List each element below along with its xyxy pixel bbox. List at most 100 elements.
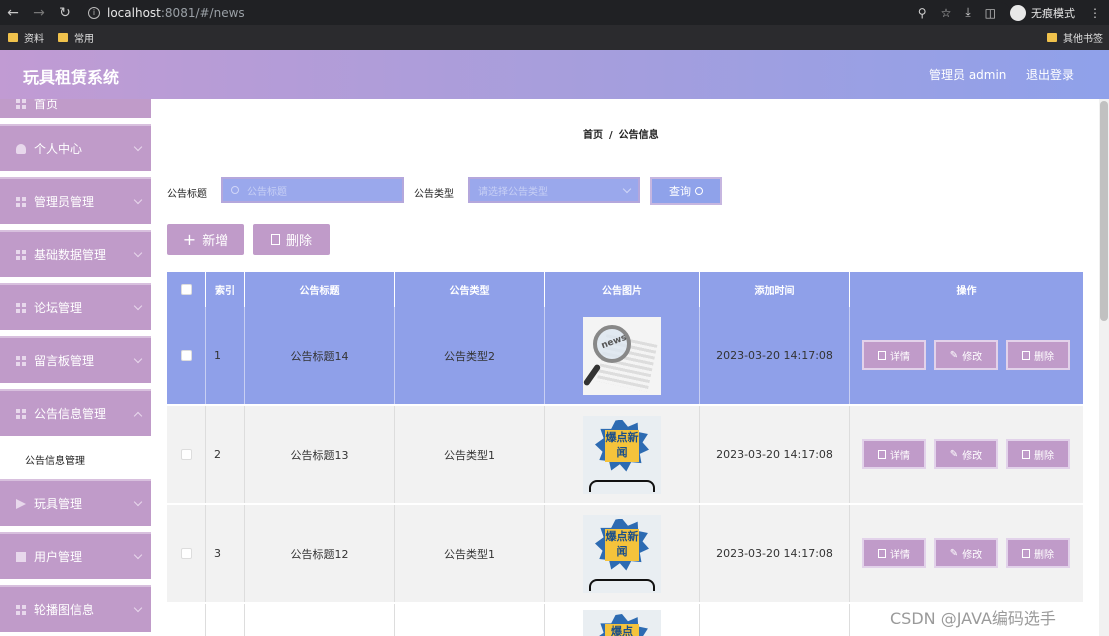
- burst-text: 爆点新闻: [605, 429, 639, 462]
- row-select-cell: [167, 604, 206, 636]
- row-title: [245, 604, 395, 636]
- detail-label: 详情: [890, 549, 910, 561]
- add-button[interactable]: + 新增: [167, 224, 244, 255]
- bookmark-folder[interactable]: 资料: [8, 30, 44, 45]
- detail-button[interactable]: 详情: [862, 439, 926, 469]
- title-search-input[interactable]: 公告标题: [221, 177, 404, 203]
- sidebar-subitem-announcement[interactable]: 公告信息管理: [0, 440, 151, 478]
- sidebar-item-announcement[interactable]: 公告信息管理: [0, 389, 151, 436]
- table-header: 索引 公告标题 公告类型 公告图片 添加时间 操作: [167, 272, 1083, 307]
- row-time: [700, 604, 850, 636]
- bookmarks-bar: 资料 常用 其他书签: [0, 25, 1109, 50]
- type-select[interactable]: 请选择公告类型: [468, 177, 640, 203]
- breadcrumb-current: 公告信息: [618, 130, 659, 141]
- address-bar[interactable]: i localhost :8081/#/news: [80, 2, 1010, 23]
- row-delete-button[interactable]: 删除: [1006, 538, 1070, 568]
- delete-button[interactable]: 删除: [253, 224, 330, 255]
- table-row[interactable]: 3 公告标题12 公告类型1 爆点新闻 2023-03-20 14:17:08 …: [167, 505, 1083, 603]
- row-checkbox[interactable]: [180, 449, 192, 460]
- sidebar-item-carousel[interactable]: 轮播图信息: [0, 585, 151, 632]
- edit-button[interactable]: ✎ 修改: [934, 538, 998, 568]
- plus-icon: +: [182, 230, 197, 249]
- bookmark-folder[interactable]: 常用: [58, 30, 94, 45]
- sidepanel-icon[interactable]: ◫: [985, 6, 996, 20]
- page-scrollbar[interactable]: [1099, 99, 1109, 636]
- grid-icon: [16, 196, 26, 207]
- sidebar-item-message-board[interactable]: 留言板管理: [0, 336, 151, 383]
- title-placeholder: 公告标题: [247, 186, 287, 198]
- grid-icon: [16, 355, 26, 366]
- breadcrumb-home[interactable]: 首页: [583, 130, 603, 141]
- chevron-down-icon: [133, 301, 143, 311]
- sidebar-item-personal-center[interactable]: 个人中心: [0, 124, 151, 171]
- sidebar-item-label: 个人中心: [34, 142, 83, 156]
- sidebar-item-label: 基础数据管理: [34, 248, 107, 262]
- row-actions: 详情 ✎ 修改 删除: [850, 505, 1083, 602]
- menu-icon[interactable]: ⋮: [1089, 6, 1101, 20]
- site-info-icon[interactable]: i: [88, 6, 100, 19]
- row-type: 公告类型2: [395, 307, 545, 404]
- sidebar-item-forum[interactable]: 论坛管理: [0, 283, 151, 330]
- row-checkbox[interactable]: [180, 548, 192, 559]
- row-index: 3: [206, 505, 245, 602]
- row-checkbox[interactable]: [180, 350, 192, 361]
- row-time: 2023-03-20 14:17:08: [700, 307, 850, 404]
- edit-button[interactable]: ✎ 修改: [934, 439, 998, 469]
- burst-text: 爆点: [605, 624, 639, 636]
- row-index: [206, 604, 245, 636]
- back-icon[interactable]: ←: [0, 0, 26, 25]
- row-actions: 详情 ✎ 修改 删除: [850, 406, 1083, 503]
- scrollbar-thumb[interactable]: [1100, 101, 1108, 321]
- sidebar-item-home[interactable]: 首页: [0, 99, 151, 118]
- grid-icon: [16, 302, 26, 313]
- column-header: 公告标题: [245, 272, 395, 307]
- forward-icon[interactable]: →: [26, 0, 52, 25]
- row-delete-button[interactable]: 删除: [1006, 439, 1070, 469]
- table-row[interactable]: 2 公告标题13 公告类型1 爆点新闻 2023-03-20 14:17:08 …: [167, 406, 1083, 504]
- sidebar: 首页 个人中心 管理员管理 基础数据管理 论坛管理 留言板管理 公告信息管理 公…: [0, 99, 151, 636]
- chevron-down-icon: [133, 550, 143, 560]
- column-header: 操作: [956, 286, 977, 297]
- grid-icon: [16, 408, 26, 419]
- row-image-cell: 爆点新闻: [545, 505, 700, 602]
- document-icon: [878, 449, 886, 459]
- star-icon[interactable]: ☆: [941, 6, 952, 20]
- select-all-checkbox[interactable]: [180, 284, 192, 295]
- query-label: 查询: [669, 185, 691, 198]
- incognito-indicator[interactable]: 无痕模式: [1010, 4, 1075, 21]
- sidebar-item-label: 公告信息管理: [34, 407, 107, 421]
- sidebar-item-basic-data[interactable]: 基础数据管理: [0, 230, 151, 277]
- key-icon[interactable]: ⚲: [918, 6, 927, 20]
- chevron-up-icon: [133, 411, 143, 421]
- trash-icon: [270, 234, 280, 245]
- chevron-down-icon: [133, 248, 143, 258]
- edit-button[interactable]: ✎ 修改: [934, 340, 998, 370]
- sidebar-item-user-management[interactable]: 用户管理: [0, 532, 151, 579]
- reload-icon[interactable]: ↻: [52, 0, 78, 25]
- download-icon[interactable]: ⤓: [965, 5, 970, 20]
- other-bookmarks[interactable]: 其他书签: [1047, 25, 1103, 50]
- row-image-cell: 爆点新闻: [545, 406, 700, 503]
- sidebar-item-toy-management[interactable]: 玩具管理: [0, 479, 151, 526]
- folder-icon: [8, 33, 18, 42]
- news-thumbnail: 爆点: [583, 610, 661, 636]
- trash-icon: [1022, 449, 1030, 459]
- sidebar-item-admin-management[interactable]: 管理员管理: [0, 177, 151, 224]
- detail-button[interactable]: 详情: [862, 538, 926, 568]
- incognito-label: 无痕模式: [1031, 6, 1075, 20]
- row-delete-label: 删除: [1034, 450, 1054, 462]
- detail-button[interactable]: 详情: [862, 340, 926, 370]
- row-select-cell: [167, 406, 206, 503]
- edit-label: 修改: [962, 351, 983, 363]
- logout-link[interactable]: 退出登录: [1026, 66, 1074, 83]
- row-time: 2023-03-20 14:17:08: [700, 406, 850, 503]
- table-row[interactable]: 1 公告标题14 公告类型2 news 2023-03-20 14:17:08 …: [167, 307, 1083, 405]
- row-delete-label: 删除: [1034, 549, 1054, 561]
- document-icon: [878, 350, 886, 360]
- folder-icon: [1047, 33, 1057, 42]
- pencil-icon: ✎: [949, 349, 959, 361]
- query-button[interactable]: 查询: [650, 177, 722, 205]
- row-delete-button[interactable]: 删除: [1006, 340, 1070, 370]
- main-content: 首页 / 公告信息 公告标题 公告标题 公告类型 请选择公告类型 查询 + 新增 删除…: [151, 99, 1099, 636]
- column-header: 公告图片: [545, 272, 700, 307]
